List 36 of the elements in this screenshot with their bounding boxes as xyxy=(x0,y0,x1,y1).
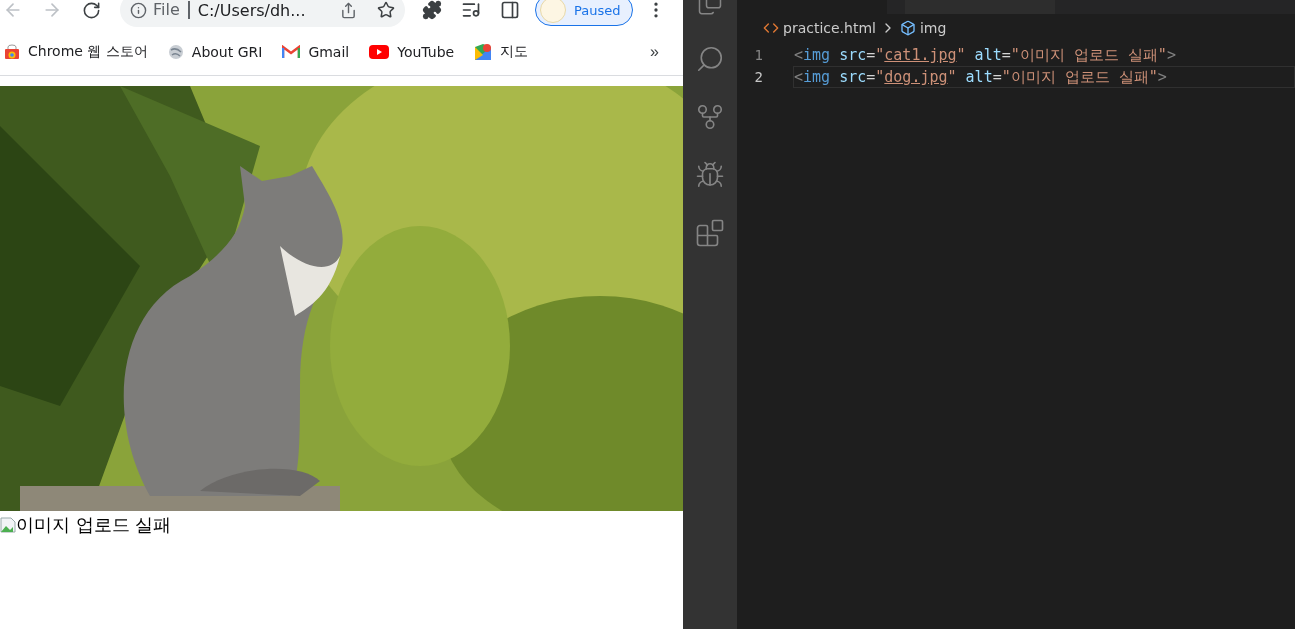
bookmark-link[interactable]: YouTube xyxy=(369,44,455,60)
url-text: C:/Users/dh... xyxy=(197,0,307,20)
side-panel-icon[interactable] xyxy=(500,0,520,20)
search-icon[interactable] xyxy=(695,44,725,74)
mail-icon xyxy=(282,45,301,59)
broken-image-icon xyxy=(0,517,16,533)
music-list-icon[interactable] xyxy=(461,0,481,20)
run-debug-icon[interactable] xyxy=(695,160,725,190)
avatar-icon xyxy=(540,0,566,23)
bookmark-link[interactable]: About GRI xyxy=(167,44,263,60)
map-pin-icon xyxy=(474,43,493,61)
scheme-label: File xyxy=(153,1,190,19)
image-alt-text: 이미지 업로드 실패 xyxy=(16,513,172,537)
code-line: <img src="cat1.jpg" alt="이미지 업로드 실패"> xyxy=(793,45,1177,66)
share-icon[interactable] xyxy=(340,1,357,19)
profile-button[interactable]: Paused xyxy=(535,0,633,26)
extensions-icon[interactable] xyxy=(695,218,725,248)
breadcrumb-file[interactable]: practice.html xyxy=(783,20,876,36)
bookmark-link[interactable]: 지도 xyxy=(474,43,529,61)
puzzle-piece-icon[interactable] xyxy=(422,0,442,20)
address-bar[interactable]: File C:/Users/dh... xyxy=(120,0,405,27)
globe-icon xyxy=(167,44,184,60)
bookmarks-overflow-button[interactable]: » xyxy=(650,43,679,61)
line-number: 2 xyxy=(753,69,764,85)
video-play-icon xyxy=(369,45,390,59)
symbol-icon xyxy=(899,20,916,36)
html-file-icon xyxy=(763,20,779,36)
line-number: 1 xyxy=(753,47,764,63)
store-icon xyxy=(4,44,20,60)
bookmark-link[interactable]: Chrome 웹 스토어 xyxy=(4,43,148,61)
info-icon xyxy=(130,1,147,19)
source-control-icon[interactable] xyxy=(695,102,725,132)
reload-icon[interactable] xyxy=(81,0,101,20)
bookmark-star-icon[interactable] xyxy=(377,1,395,19)
breadcrumb-symbol[interactable]: img xyxy=(919,20,947,36)
bookmark-link[interactable]: Gmail xyxy=(282,44,350,60)
